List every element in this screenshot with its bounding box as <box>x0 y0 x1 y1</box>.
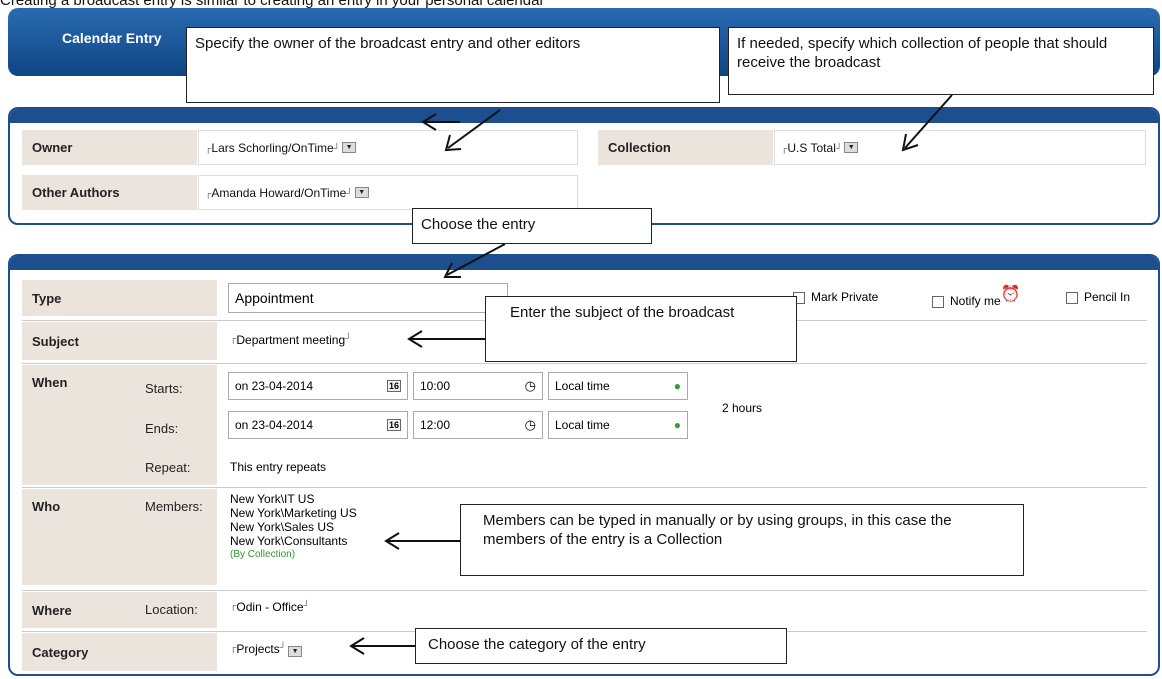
arrows-overlay <box>349 94 953 655</box>
arrow-line <box>447 109 501 149</box>
arrow-line <box>446 243 506 276</box>
arrow-line <box>904 94 953 149</box>
